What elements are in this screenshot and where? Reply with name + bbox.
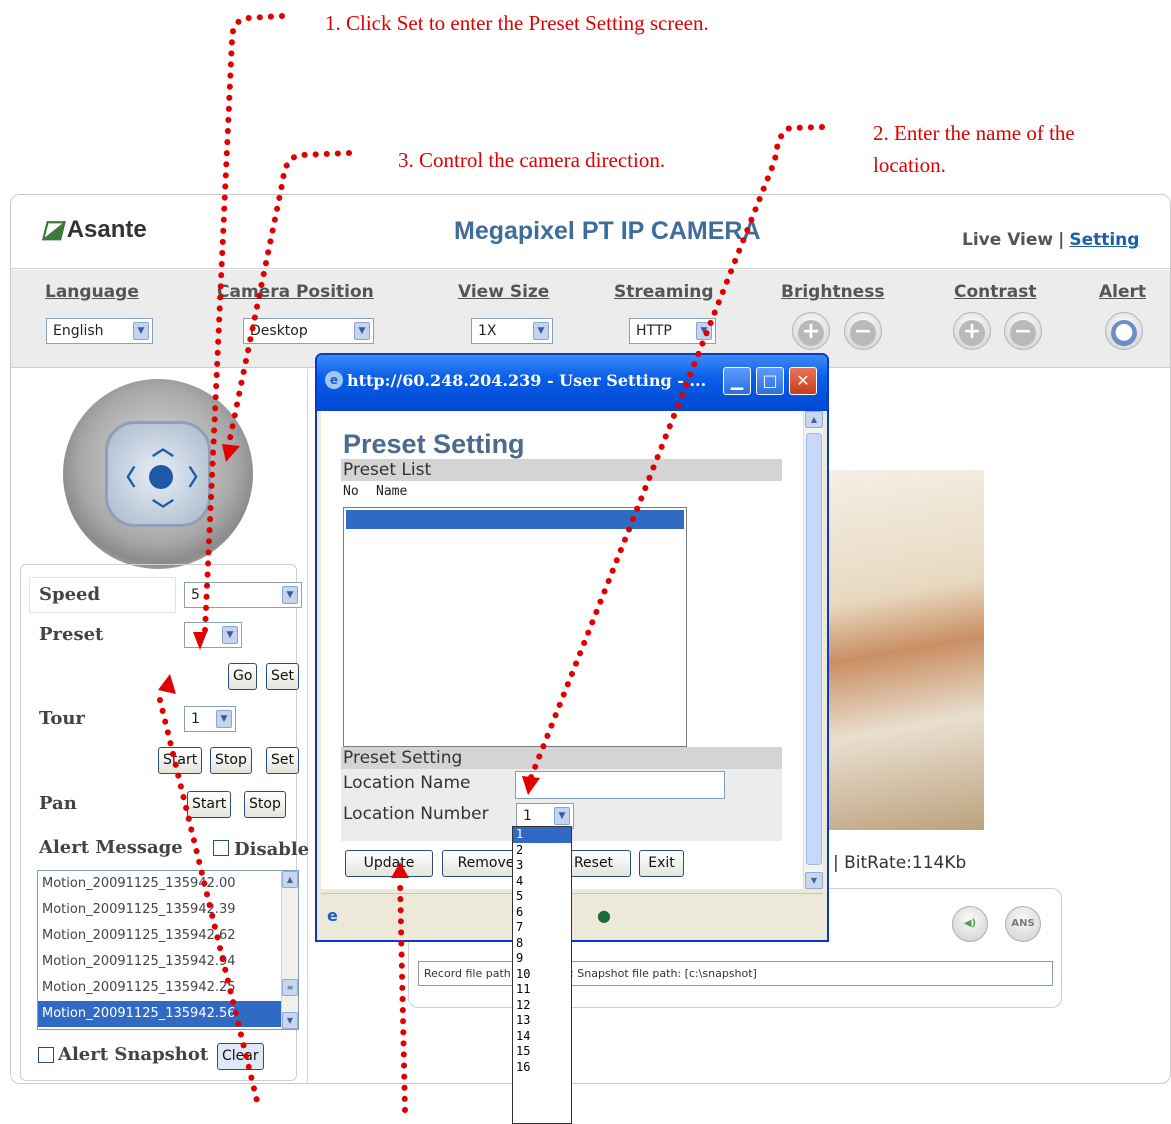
arrowhead-set-button [158, 674, 176, 694]
arrowhead-update-button [391, 862, 409, 878]
arrow-step2-path [527, 124, 825, 783]
arrow-step3-path [223, 150, 352, 461]
arrow-step1-path [202, 13, 285, 633]
arrowhead-location-name [522, 776, 540, 795]
arrow-update-path [397, 877, 408, 1113]
arrowhead-preset-select [193, 632, 207, 650]
arrow-step1-return-path [157, 697, 261, 1108]
arrowhead-joystick [222, 444, 240, 462]
annotation-arrows [157, 13, 825, 1113]
